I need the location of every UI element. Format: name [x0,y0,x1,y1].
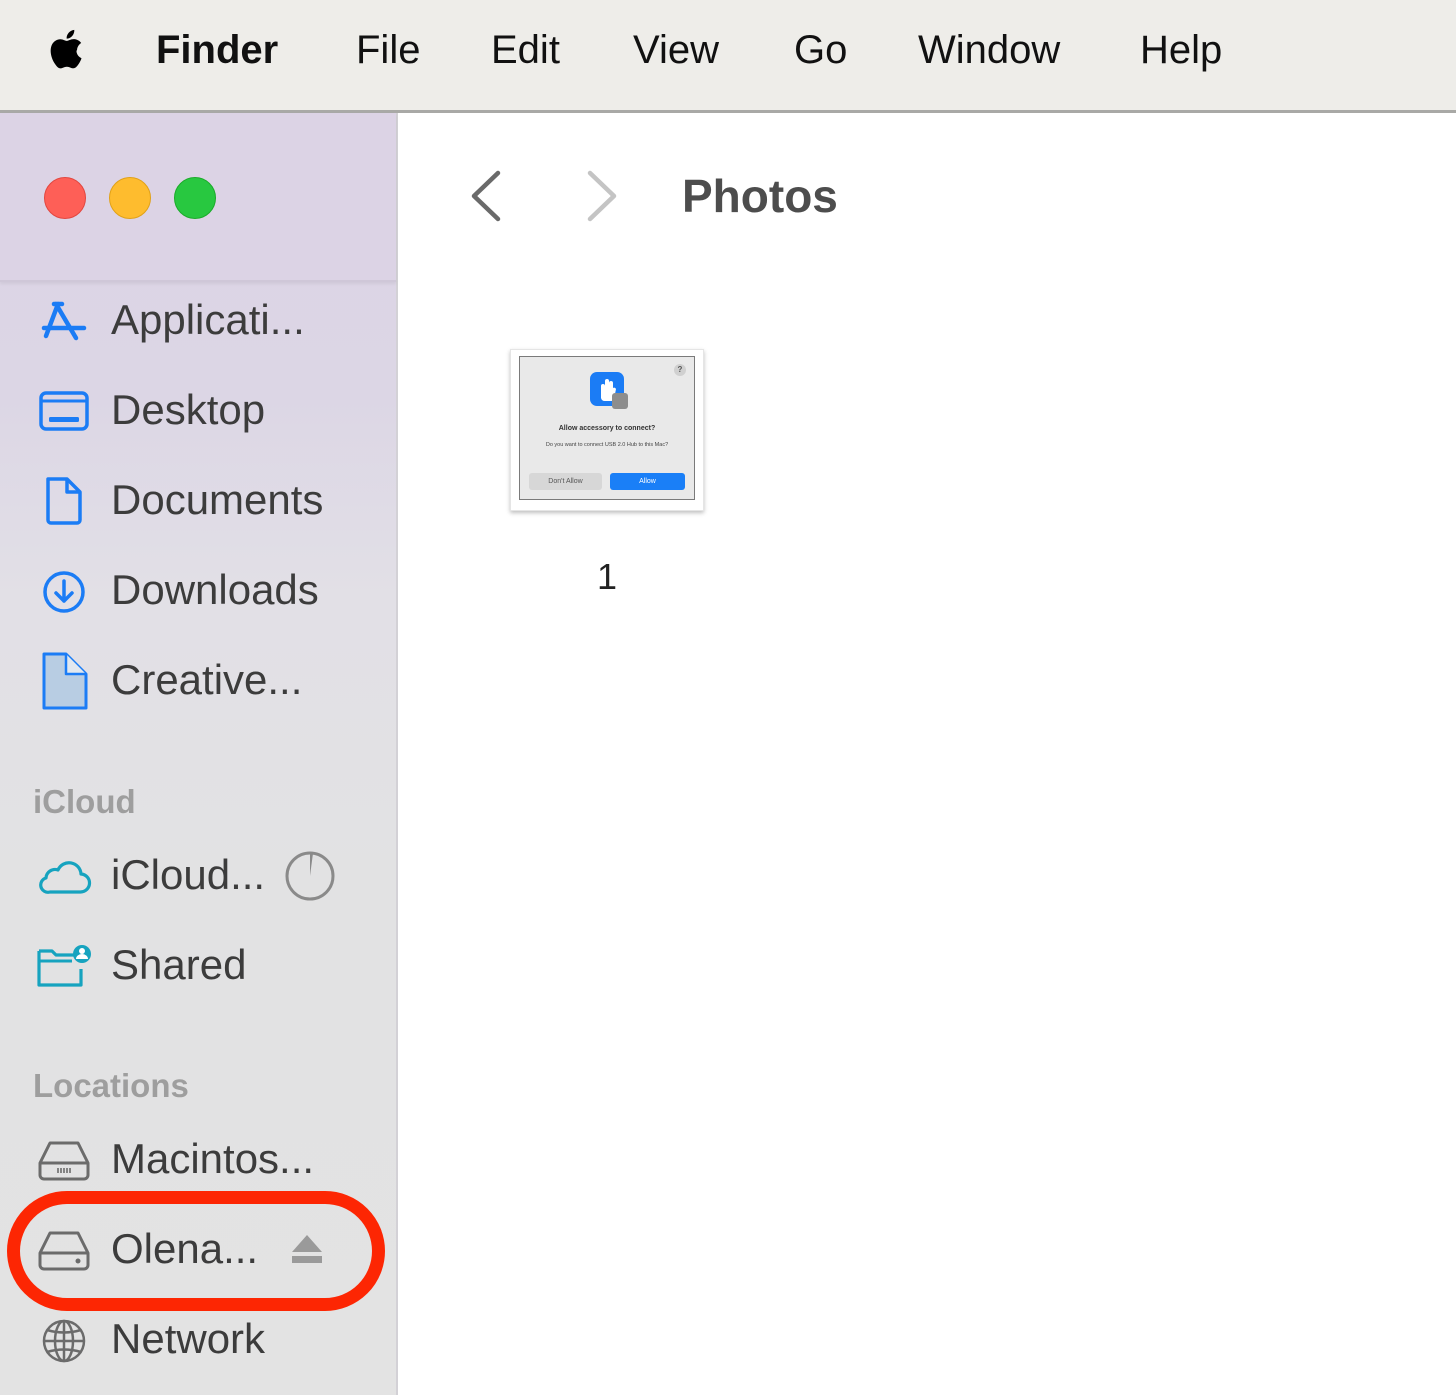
sidebar: Applicati... Desktop Documents Downloads [0,113,398,1395]
document-icon [46,477,82,525]
sidebar-item-desktop[interactable]: Desktop [0,376,396,446]
menu-go[interactable]: Go [794,26,847,74]
downloads-icon [43,571,85,613]
cloud-icon [39,861,92,894]
file-icon [42,652,88,710]
sidebar-item-olena-drive[interactable]: Olena... [0,1215,396,1285]
zoom-button[interactable] [174,177,216,219]
sidebar-item-downloads[interactable]: Downloads [0,556,396,626]
sidebar-item-creative[interactable]: Creative... [0,646,396,716]
help-icon: ? [674,364,686,376]
sidebar-item-label: iCloud... [111,851,266,898]
menu-finder[interactable]: Finder [156,26,278,74]
sidebar-item-label: Documents [111,476,324,523]
menu-window[interactable]: Window [918,26,1060,74]
forward-button[interactable] [574,165,634,225]
internal-drive-icon [38,1141,90,1181]
sidebar-item-label: Macintos... [111,1135,315,1182]
apple-logo-icon[interactable] [44,24,92,74]
sidebar-item-label: Creative... [111,656,303,703]
window-titlebar [0,113,396,282]
eject-icon[interactable] [290,1233,324,1265]
sidebar-item-label: Olena... [111,1225,259,1272]
external-drive-icon [38,1231,90,1271]
sidebar-item-label: Applicati... [111,296,305,343]
toolbar: Photos [398,113,1456,280]
shared-folder-icon [37,945,91,987]
menu-view[interactable]: View [633,26,719,74]
network-globe-icon [42,1319,86,1363]
sidebar-item-label: Downloads [111,566,319,613]
menu-help[interactable]: Help [1140,26,1222,74]
thumbnail-allow: Allow [610,473,685,490]
thumbnail-dont-allow: Don't Allow [529,473,602,490]
close-button[interactable] [44,177,86,219]
finder-window: Applicati... Desktop Documents Downloads [0,113,1456,1395]
thumbnail-body: Do you want to connect USB 2.0 Hub to th… [545,442,669,448]
sidebar-item-label: Desktop [111,386,266,433]
sidebar-item-shared[interactable]: Shared [0,931,396,1001]
minimize-button[interactable] [109,177,151,219]
sidebar-item-documents[interactable]: Documents [0,466,396,536]
desktop-icon [39,391,89,431]
sidebar-item-icloud-drive[interactable]: iCloud... [0,841,396,911]
section-header-icloud: iCloud [33,783,136,820]
sidebar-item-network[interactable]: Network [0,1305,396,1375]
sync-progress-icon [285,851,335,901]
window-title: Photos [682,170,838,222]
thumbnail-title: Allow accessory to connect? [558,425,656,432]
usb-icon [612,393,628,409]
sidebar-item-macintosh-hd[interactable]: Macintos... [0,1125,396,1195]
menu-edit[interactable]: Edit [491,26,560,74]
sidebar-item-label: Shared [111,941,247,988]
sidebar-item-label: Network [111,1315,266,1362]
file-thumbnail: ? Allow accessory to connect? Do you wan… [510,349,704,511]
section-header-locations: Locations [33,1067,189,1104]
menu-file[interactable]: File [356,26,420,74]
file-name: 1 [596,556,618,597]
thumbnail-dialog-preview: ? Allow accessory to connect? Do you wan… [519,356,695,500]
back-button[interactable] [458,165,518,225]
menu-bar: Finder File Edit View Go Window Help [0,0,1456,113]
sidebar-item-applications[interactable]: Applicati... [0,286,396,356]
applications-icon [41,301,87,341]
